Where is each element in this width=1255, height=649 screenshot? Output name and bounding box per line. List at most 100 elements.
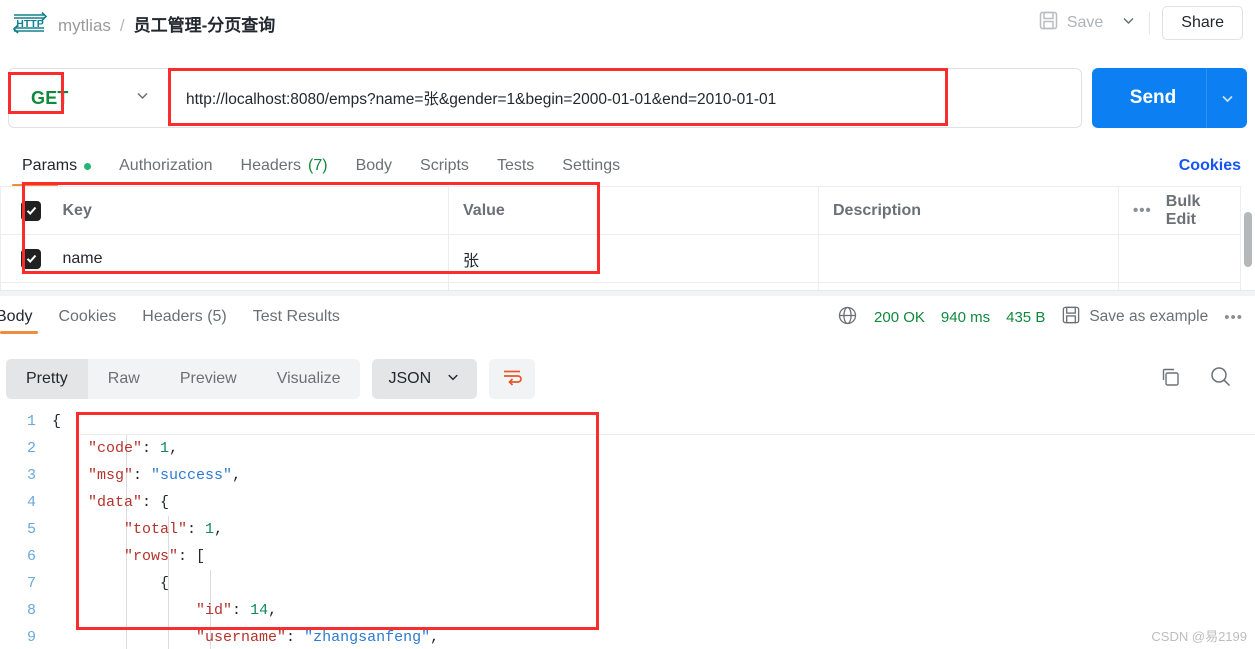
json-line-number: 7 [26,575,36,592]
copy-icon[interactable] [1158,365,1182,394]
tab-params[interactable]: Params [8,153,105,179]
json-line-number: 1 [26,413,36,430]
send-options-caret-icon[interactable] [1207,90,1247,107]
response-tab-cookies[interactable]: Cookies [45,305,129,329]
json-line: 2 "code": 1, [0,435,1255,462]
tab-tests[interactable]: Tests [483,153,548,179]
save-as-example-label: Save as example [1089,308,1209,325]
view-mode-preview[interactable]: Preview [160,359,257,399]
table-header-row: Key Value Description ••• Bulk Edit [0,186,1241,235]
row-description-input[interactable] [818,234,1119,283]
table-row [0,282,1241,290]
json-line-content: "username": "zhangsanfeng", [196,629,440,646]
save-as-example-button[interactable]: Save as example [1061,305,1208,330]
url-input[interactable]: http://localhost:8080/emps?name=张&gender… [170,87,1081,109]
tab-authorization[interactable]: Authorization [105,153,226,179]
globe-icon[interactable] [837,305,858,330]
view-mode-pretty[interactable]: Pretty [6,359,88,399]
floppy-disk-icon [1061,305,1081,330]
url-row: GET http://localhost:8080/emps?name=张&ge… [0,62,1255,134]
json-line-number: 4 [26,494,36,511]
tab-body[interactable]: Body [342,153,406,179]
select-all-checkbox[interactable] [21,200,41,221]
row-checkbox[interactable] [21,248,41,269]
row-checkbox-cell[interactable] [0,234,49,283]
column-header-key: Key [48,186,449,235]
row-value-input[interactable]: 张 [448,234,819,283]
method-selector[interactable]: GET [9,69,169,127]
response-tab-test-results[interactable]: Test Results [240,305,353,329]
params-table-area: Key Value Description ••• Bulk Edit name… [0,186,1255,290]
ellipsis-icon[interactable]: ••• [1133,202,1152,219]
tab-settings-label: Settings [562,157,621,174]
search-icon[interactable] [1208,364,1233,394]
json-line: 1{ [0,408,1255,435]
response-tab-headers[interactable]: Headers (5) [129,305,239,329]
row-checkbox-cell[interactable] [0,282,49,290]
modified-dot-icon [84,162,92,170]
response-body-json[interactable]: 1{2 "code": 1, 3 "msg": "success", 4 "data… [0,408,1255,649]
json-line: 6 "rows": [ [0,543,1255,570]
response-meta: 200 OK 940 ms 435 B Save as example ••• [837,305,1255,330]
save-label: Save [1066,14,1104,31]
chevron-down-icon [1120,12,1137,34]
json-line-content: "rows": [ [124,548,206,565]
json-line-content: "total": 1, [124,521,224,538]
pane-splitter[interactable] [0,290,1255,296]
json-line: 7 { [0,570,1255,597]
format-select[interactable]: JSON [372,359,478,399]
params-table: Key Value Description ••• Bulk Edit name… [0,186,1241,290]
column-header-description: Description [818,186,1119,235]
json-line-content: { [160,575,170,592]
params-scrollbar[interactable] [1244,212,1252,267]
send-button[interactable]: Send [1092,68,1247,128]
view-mode-raw[interactable]: Raw [88,359,160,399]
breadcrumb[interactable]: mytlias / 员工管理-分页查询 [58,11,275,36]
bulk-edit-button[interactable]: Bulk Edit [1166,193,1226,229]
breadcrumb-separator: / [119,15,125,35]
json-line-number: 2 [26,440,36,457]
word-wrap-button[interactable] [489,359,536,399]
status-badge: 200 OK [874,308,925,326]
row-actions-cell [1118,234,1241,283]
response-body-toolbar: Pretty Raw Preview Visualize JSON [0,355,1255,403]
row-key-input[interactable] [48,282,449,290]
tab-tests-label: Tests [496,157,535,174]
save-button[interactable]: Save [1030,5,1111,41]
json-line-content: "id": 14, [196,602,278,619]
svg-text:HTTP: HTTP [16,18,43,30]
cookies-link[interactable]: Cookies [1179,157,1255,175]
body-toolbar-actions [1158,364,1255,394]
ellipsis-icon[interactable]: ••• [1224,309,1243,326]
tab-settings[interactable]: Settings [548,153,634,179]
row-actions-cell [1118,282,1241,290]
tab-authorization-label: Authorization [119,157,213,174]
response-time: 940 ms [940,308,991,326]
format-select-value: JSON [388,370,432,387]
top-bar: HTTP mytlias / 员工管理-分页查询 Save Share [0,0,1255,46]
share-button[interactable]: Share [1162,6,1243,40]
json-line-content: "data": { [88,494,170,511]
tab-headers[interactable]: Headers (7) [227,153,342,179]
chevron-down-icon [445,369,461,390]
row-description-input[interactable] [818,282,1119,290]
json-line-number: 8 [26,602,36,619]
row-value-input[interactable] [448,282,819,290]
send-label: Send [1129,87,1177,108]
tab-scripts[interactable]: Scripts [406,153,483,179]
tab-body-label: Body [355,157,393,174]
json-line-number: 6 [26,548,36,565]
breadcrumb-collection[interactable]: mytlias [58,16,111,36]
response-tab-body[interactable]: Body [0,305,45,329]
url-bar: GET http://localhost:8080/emps?name=张&ge… [8,68,1082,128]
view-mode-visualize[interactable]: Visualize [257,359,361,399]
response-tabs: Body Cookies Headers (5) Test Results 20… [0,298,1255,336]
save-options-button[interactable] [1111,8,1145,38]
active-response-tab-indicator [0,331,38,334]
row-key-input[interactable]: name [48,234,449,283]
word-wrap-icon [501,367,523,392]
column-header-actions: ••• Bulk Edit [1118,186,1241,235]
divider [1149,12,1151,34]
select-all-cell[interactable] [0,186,49,235]
tab-headers-count: (7) [308,157,328,174]
